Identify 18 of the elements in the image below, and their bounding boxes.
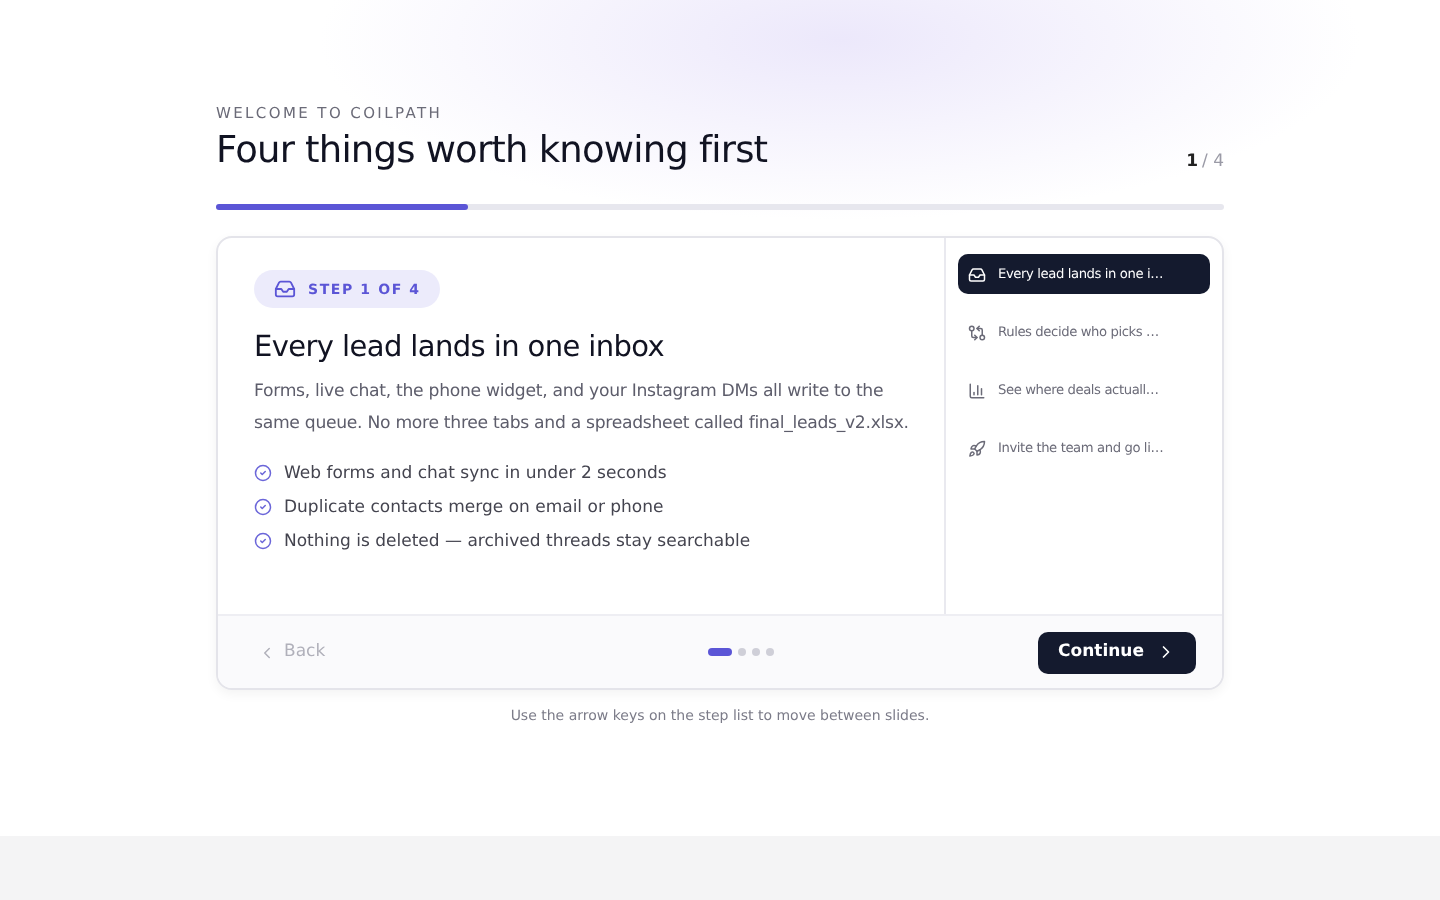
rocket-icon [968,439,986,457]
inbox-icon [274,278,296,300]
step-counter-current: 1 [1186,152,1199,172]
pagination-dot[interactable] [738,648,747,656]
branch-arrows-icon [968,323,986,341]
step-counter-total: / 4 [1202,152,1224,172]
page-title: Four things worth knowing first [216,130,768,172]
slide-description: Forms, live chat, the phone widget, and your Instagram DMs all write to the same queue. No more three tabs and a spreadsheet called final_leads_v2.xlsx. [254,380,911,438]
bar-chart-icon [968,381,986,399]
chevron-left-icon [258,643,276,661]
feature-point: Nothing is deleted — archived threads stay searchable [284,531,751,551]
feature-point: Duplicate contacts merge on email or phone [284,497,664,517]
pagination-dot[interactable] [752,648,761,656]
inbox-icon [968,265,986,283]
feature-point: Web forms and chat sync in under 2 seconds [284,463,667,483]
slide-heading: Every lead lands in one inbox [254,332,667,364]
pagination-dot[interactable] [766,648,775,656]
continue-button[interactable]: Continue [1038,631,1196,673]
